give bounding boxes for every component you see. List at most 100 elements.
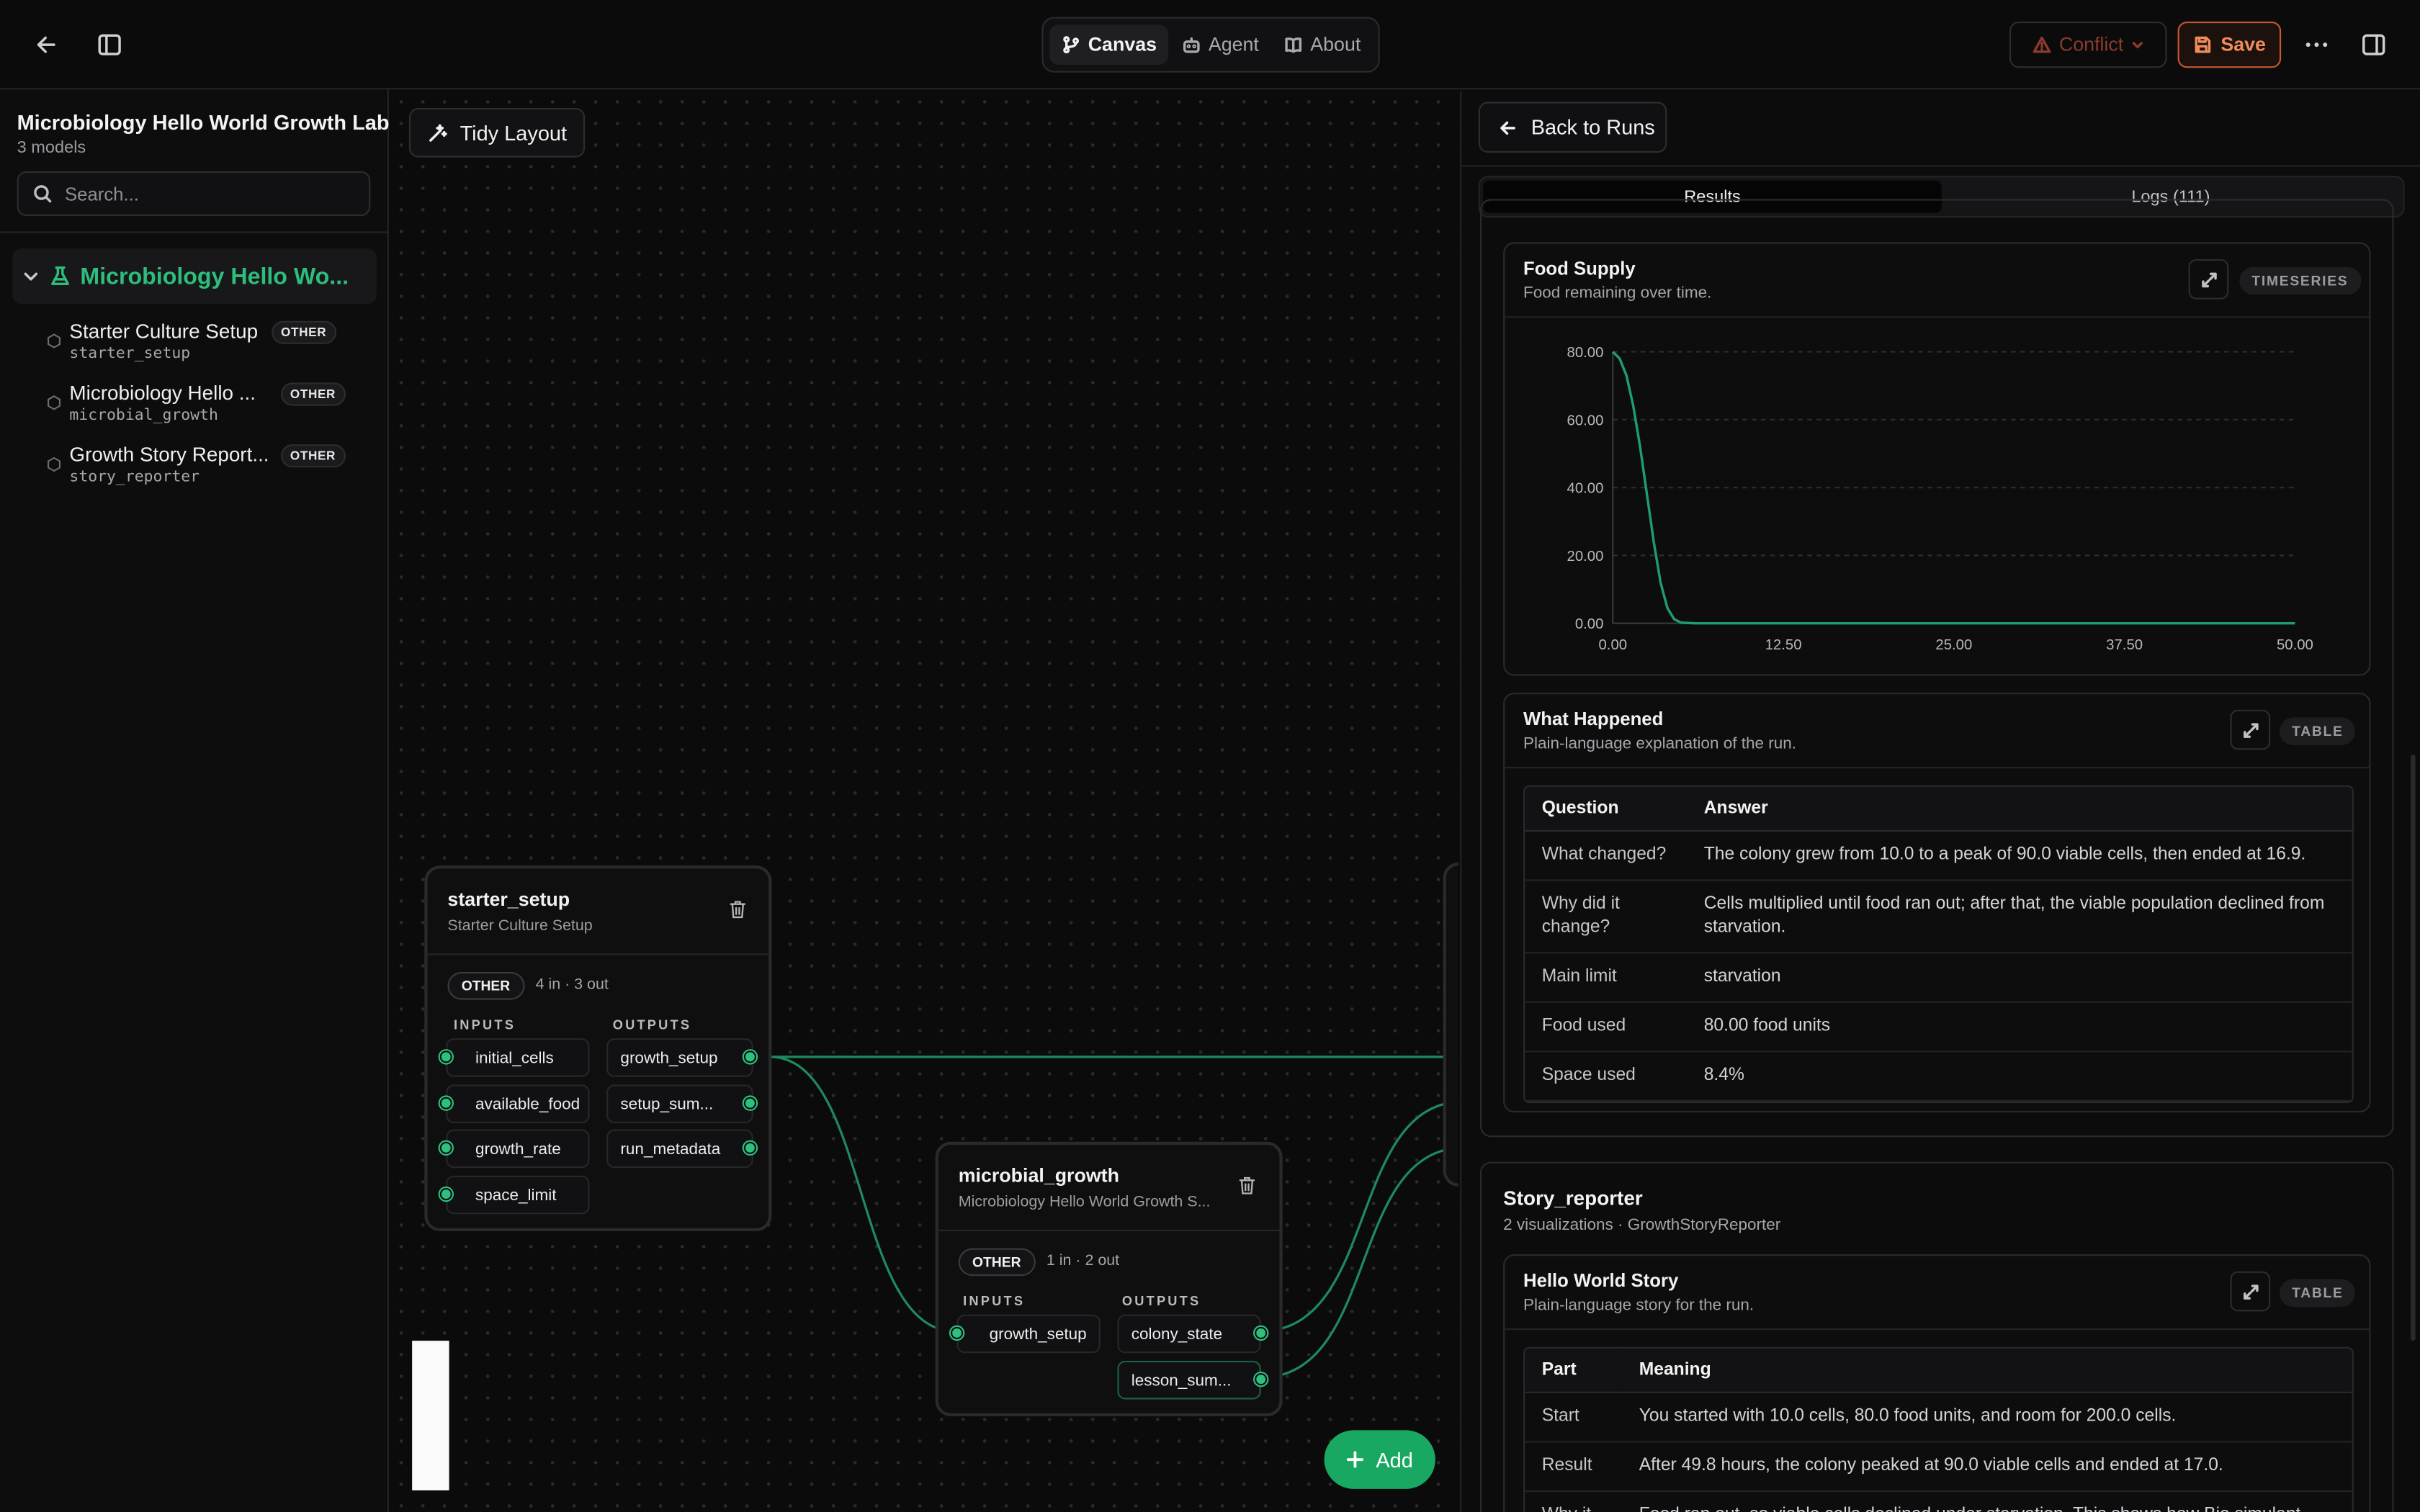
- chevron-down-icon: [2132, 42, 2143, 49]
- back-arrow-icon[interactable]: [31, 30, 62, 60]
- expand-button[interactable]: [2188, 259, 2229, 300]
- search-icon: [34, 185, 52, 203]
- warning-icon: [2033, 36, 2051, 53]
- tree-item-microbial-growth[interactable]: Microbiology Hello ... OTHER microbial_g…: [46, 381, 370, 436]
- section-title: Story_reporter: [1503, 1186, 1643, 1210]
- table-cell: Main limit: [1525, 953, 1688, 1003]
- output-handle[interactable]: [1255, 1373, 1268, 1386]
- table-cell: Start: [1525, 1392, 1623, 1443]
- node-starter-setup[interactable]: starter_setup Starter Culture Setup OTHE…: [424, 865, 772, 1231]
- table-cell: After 49.8 hours, the colony peaked at 9…: [1622, 1441, 2352, 1493]
- input-port[interactable]: available_food: [446, 1084, 590, 1123]
- tree-item-id: story_reporter: [69, 469, 200, 486]
- column-header: Meaning: [1622, 1348, 2352, 1393]
- trash-icon[interactable]: [1238, 1176, 1257, 1196]
- input-handle[interactable]: [439, 1141, 452, 1154]
- input-port[interactable]: initial_cells: [446, 1038, 590, 1077]
- chevron-down-icon[interactable]: [22, 267, 40, 286]
- divider: [0, 231, 389, 233]
- input-handle[interactable]: [439, 1188, 452, 1201]
- add-node-button[interactable]: Add: [1324, 1430, 1435, 1489]
- conflict-button[interactable]: Conflict: [2009, 22, 2167, 68]
- node-title: starter_setup: [447, 888, 570, 911]
- output-port[interactable]: colony_state: [1117, 1314, 1261, 1354]
- type-badge: OTHER: [281, 444, 345, 468]
- hexagon-icon: [47, 395, 60, 410]
- port-label: growth_setup: [989, 1324, 1087, 1344]
- back-to-runs-button[interactable]: Back to Runs: [1478, 102, 1667, 153]
- x-tick-label: 25.00: [1935, 637, 1972, 653]
- column-header: Part: [1525, 1348, 1623, 1393]
- robot-icon: [1183, 37, 1200, 53]
- input-handle[interactable]: [439, 1050, 452, 1063]
- table-cell: You started with 10.0 cells, 80.0 food u…: [1622, 1392, 2352, 1443]
- output-port[interactable]: growth_setup: [606, 1038, 753, 1077]
- scrollbar[interactable]: [2411, 754, 2416, 1341]
- search-box[interactable]: [17, 171, 371, 216]
- minimap[interactable]: [412, 1341, 449, 1490]
- input-port[interactable]: growth_setup: [956, 1314, 1101, 1354]
- output-port[interactable]: lesson_sum...: [1117, 1361, 1261, 1400]
- output-handle[interactable]: [743, 1141, 756, 1154]
- port-label: setup_sum...: [620, 1094, 714, 1114]
- table-row: Why itFood ran out, so viable cells decl…: [1525, 1491, 2352, 1512]
- node-story-reporter-partial[interactable]: [1443, 862, 1458, 1187]
- add-label: Add: [1376, 1448, 1413, 1472]
- input-handle[interactable]: [439, 1097, 452, 1110]
- input-port[interactable]: space_limit: [446, 1175, 590, 1215]
- y-tick-label: 80.00: [1567, 345, 1604, 361]
- tab-about[interactable]: About: [1272, 24, 1373, 65]
- story-table: Part Meaning Start You started with 10.0 …: [1523, 1346, 2354, 1512]
- table-row: Result After 49.8 hours, the colony peake…: [1525, 1441, 2352, 1493]
- tree-root-item[interactable]: Microbiology Hello Wo...: [12, 248, 377, 305]
- trash-icon[interactable]: [728, 899, 747, 919]
- output-port[interactable]: run_metadata: [606, 1129, 753, 1169]
- x-axis: 0.00 12.50 25.00 37.50 50.00: [1598, 637, 2313, 653]
- save-button[interactable]: Save: [2177, 22, 2282, 68]
- y-tick-label: 0.00: [1575, 616, 1604, 632]
- top-bar: Canvas Agent About Conflict Save: [0, 0, 2420, 90]
- search-input[interactable]: [65, 182, 343, 204]
- output-handle[interactable]: [743, 1050, 756, 1063]
- table-header-row: Part Meaning: [1525, 1348, 2352, 1393]
- port-label: growth_setup: [620, 1048, 718, 1067]
- x-tick-label: 12.50: [1765, 637, 1802, 653]
- type-badge: OTHER: [447, 972, 524, 1000]
- type-badge: OTHER: [281, 382, 345, 406]
- sidebar-toggle-icon[interactable]: [94, 30, 125, 60]
- table-header-row: Question Answer: [1525, 786, 2352, 832]
- output-handle[interactable]: [743, 1097, 756, 1110]
- column-header: Answer: [1687, 786, 2352, 832]
- project-title: Microbiology Hello World Growth Lab: [17, 111, 390, 135]
- tree-item-starter-setup[interactable]: Starter Culture Setup OTHER starter_setu…: [46, 320, 370, 375]
- expand-button[interactable]: [2230, 1271, 2271, 1312]
- food-supply-chart: 0.00 20.00 40.00 60.00 80.00 0.00 12.50 25.00 3…: [1567, 345, 2313, 653]
- port-count: 4 in · 3 out: [535, 976, 609, 994]
- node-microbial-growth[interactable]: microbial_growth Microbiology Hello Worl…: [935, 1141, 1283, 1417]
- more-options-icon[interactable]: [2301, 30, 2332, 60]
- x-tick-label: 50.00: [2277, 637, 2313, 653]
- input-port[interactable]: growth_rate: [446, 1129, 590, 1169]
- tab-agent-label: Agent: [1208, 34, 1259, 56]
- tab-agent[interactable]: Agent: [1170, 24, 1271, 65]
- y-tick-label: 20.00: [1567, 549, 1604, 564]
- results-scroll-area[interactable]: Food Supply Food remaining over time. TI…: [1479, 199, 2396, 1512]
- expand-button[interactable]: [2230, 709, 2271, 750]
- expand-icon: [2242, 1284, 2258, 1299]
- port-label: available_food: [475, 1094, 581, 1114]
- input-handle[interactable]: [951, 1326, 964, 1339]
- tree-item-story-reporter[interactable]: Growth Story Report... OTHER story_repor…: [46, 443, 370, 498]
- type-badge: TABLE: [2280, 717, 2356, 745]
- results-panel: Back to Runs Results Logs (111) Food Sup…: [1460, 91, 2420, 1512]
- tree-item-name: Growth Story Report...: [69, 443, 269, 467]
- card-title: Hello World Story: [1523, 1269, 1679, 1292]
- workflow-canvas[interactable]: Tidy Layout starter_setup Starter Cultur…: [390, 91, 1458, 1512]
- inputs-label: INPUTS: [454, 1017, 516, 1032]
- tab-canvas[interactable]: Canvas: [1049, 24, 1170, 65]
- output-port[interactable]: setup_sum...: [606, 1084, 753, 1123]
- hexagon-icon: [47, 333, 60, 348]
- table-row: Why did it change? Cells multiplied until…: [1525, 880, 2352, 954]
- panel-toggle-icon[interactable]: [2358, 30, 2389, 60]
- edge-colony-state: [1259, 1100, 1458, 1333]
- output-handle[interactable]: [1255, 1326, 1268, 1339]
